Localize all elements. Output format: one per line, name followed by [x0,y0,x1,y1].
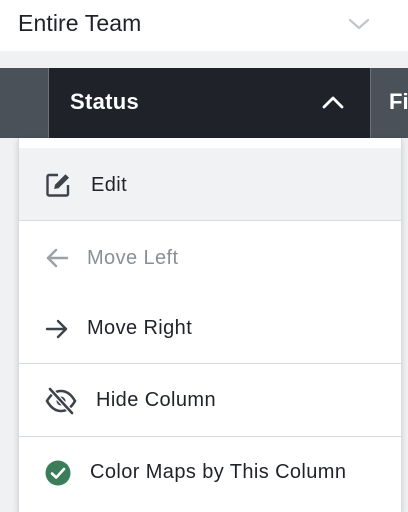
arrow-right-icon [45,318,69,345]
column-options-menu: Edit Move Left Move Right Hide Column Co… [18,138,402,512]
edit-icon [45,172,71,203]
menu-item-color-maps-label: Color Maps by This Column [90,461,347,483]
eye-off-icon [45,387,77,420]
menu-item-edit[interactable]: Edit [19,148,401,221]
chevron-down-icon[interactable] [347,16,371,32]
column-header-next[interactable]: Fi [370,68,408,138]
menu-item-move-right-label: Move Right [87,317,193,339]
menu-item-hide-column[interactable]: Hide Column [19,365,401,437]
menu-item-move-left-label: Move Left [87,247,179,269]
team-selector[interactable]: Entire Team [0,0,408,51]
menu-item-hide-column-label: Hide Column [96,389,217,411]
arrow-left-icon [45,247,69,274]
column-header-next-label: Fi [389,89,408,114]
check-circle-icon [45,460,71,491]
column-header-status-label[interactable]: Status [70,89,139,115]
menu-item-color-maps[interactable]: Color Maps by This Column [19,438,401,512]
team-selector-label: Entire Team [18,10,142,36]
menu-item-edit-label: Edit [91,174,128,196]
menu-item-move-left[interactable]: Move Left [19,222,401,294]
column-header-previous[interactable] [0,68,49,138]
column-header-row: Status Fi [0,68,408,138]
menu-item-move-right[interactable]: Move Right [19,294,401,364]
chevron-up-icon[interactable] [320,92,346,112]
